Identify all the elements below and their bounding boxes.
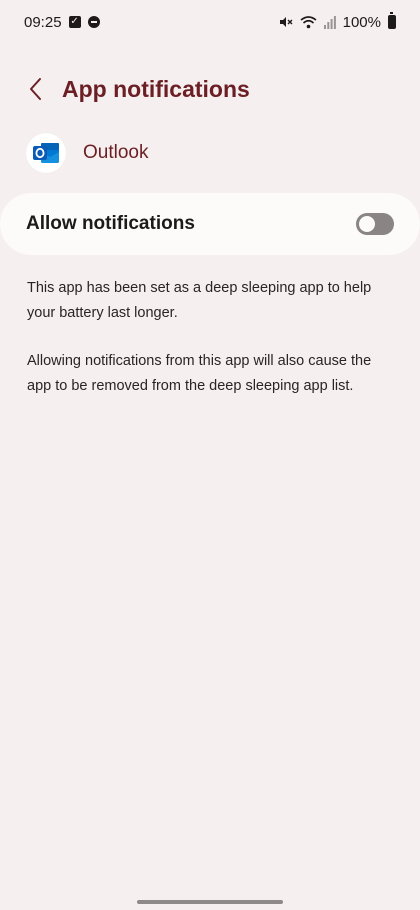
allow-notifications-toggle[interactable] [356, 213, 394, 235]
signal-icon [323, 15, 336, 29]
app-notifications-screen: 09:25 ✓ 100% App notifications Outlook A… [0, 0, 420, 910]
status-right: 100% [279, 12, 396, 31]
description-paragraph-2: Allowing notifications from this app wil… [27, 353, 372, 394]
allow-notifications-label: Allow notifications [26, 213, 195, 234]
mute-icon [279, 15, 293, 29]
back-button[interactable] [18, 66, 52, 112]
page-title: App notifications [62, 75, 250, 102]
battery-percentage: 100% [342, 13, 381, 31]
outlook-icon [26, 133, 66, 173]
status-left: 09:25 ✓ [24, 14, 100, 31]
header: App notifications [18, 66, 402, 112]
do-not-disturb-icon [87, 16, 100, 28]
description-paragraph-1: This app has been set as a deep sleeping… [27, 280, 372, 321]
battery-icon [388, 12, 396, 29]
status-time: 09:25 [24, 13, 62, 31]
status-bar: 09:25 ✓ 100% [0, 0, 420, 44]
allow-notifications-row[interactable]: Allow notifications [0, 193, 420, 255]
chevron-left-icon [30, 78, 41, 100]
app-name: Outlook [83, 142, 149, 163]
checkbox-notification-icon: ✓ [68, 16, 81, 28]
app-row: Outlook [26, 130, 148, 176]
home-indicator[interactable] [137, 900, 283, 904]
toggle-knob [359, 216, 375, 232]
wifi-icon [300, 15, 317, 29]
